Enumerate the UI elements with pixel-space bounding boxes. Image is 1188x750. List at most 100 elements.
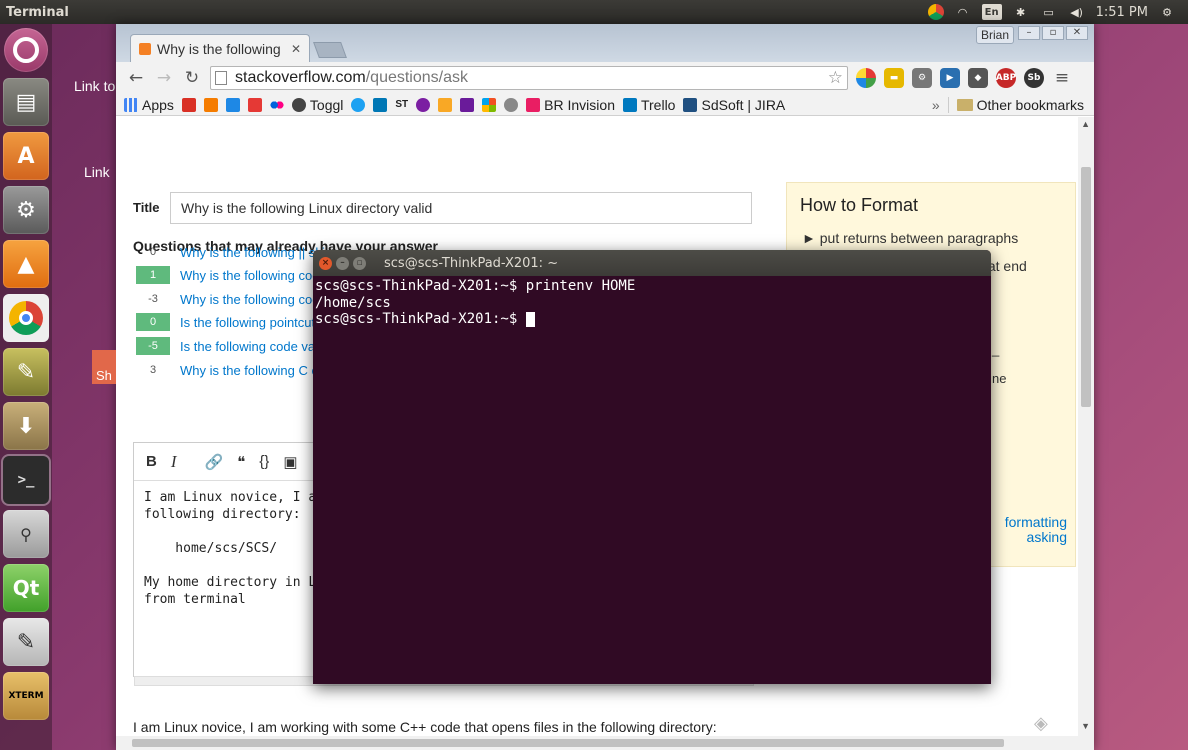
scroll-up-arrow-icon[interactable]: ▲	[1081, 119, 1090, 129]
di-icon[interactable]	[225, 97, 240, 112]
scroll-thumb[interactable]	[1081, 167, 1091, 407]
window-controls: – ▫ ✕	[1018, 26, 1088, 40]
bluetooth-icon[interactable]: ✱	[1012, 5, 1030, 19]
similar-question-row[interactable]: 3 Why is the following C co	[136, 361, 325, 379]
gear-icon[interactable]: ⚙	[1158, 5, 1176, 19]
volume-icon[interactable]: ◀)	[1068, 5, 1086, 19]
flickr-icon[interactable]	[269, 97, 284, 112]
address-bar[interactable]: stackoverflow.com/questions/ask ☆	[210, 66, 848, 90]
vlc-icon[interactable]: ▲	[3, 240, 49, 288]
terminal-prompt-line[interactable]: scs@scs-ThinkPad-X201:~$	[315, 311, 989, 328]
browser-tab[interactable]: Why is the following ✕	[130, 34, 310, 62]
terminal-output[interactable]: scs@scs-ThinkPad-X201:~$ printenv HOME/h…	[313, 276, 991, 330]
minimize-button[interactable]: –	[1018, 26, 1040, 40]
formatting-help-link[interactable]: formatting	[1005, 514, 1067, 530]
battery-icon[interactable]: ▭	[1040, 5, 1058, 19]
bookmark-trello[interactable]: Trello	[622, 97, 675, 113]
maximize-icon[interactable]: ▫	[353, 256, 366, 270]
purple-circle-icon[interactable]	[416, 97, 431, 112]
twitter-icon[interactable]	[351, 97, 366, 112]
bookmark-toggl[interactable]: Toggl	[291, 96, 344, 113]
bookmark-label: Toggl	[309, 96, 344, 113]
question-link[interactable]: Why is the following code	[180, 292, 327, 307]
youtube-icon[interactable]	[247, 97, 262, 112]
dark-extension-icon[interactable]: ◆	[968, 68, 988, 88]
terminal-window[interactable]: × – ▫ scs@scs-ThinkPad-X201: ~ scs@scs-T…	[313, 250, 991, 684]
reload-icon[interactable]: ↻	[182, 68, 202, 88]
other-bookmarks-folder[interactable]: Other bookmarks	[947, 96, 1094, 113]
ubuntu-dash-icon[interactable]	[4, 28, 48, 72]
terminal-titlebar[interactable]: × – ▫ scs@scs-ThinkPad-X201: ~	[313, 250, 991, 276]
similar-question-row[interactable]: -3 Why is the following code	[136, 290, 327, 308]
image-icon[interactable]: ▣	[283, 453, 297, 471]
chrome-icon[interactable]	[3, 294, 49, 342]
close-icon[interactable]: ×	[319, 256, 332, 270]
keyboard-layout-indicator[interactable]: En	[981, 4, 1002, 20]
chrome-indicator-icon[interactable]	[927, 4, 944, 20]
scroll-thumb[interactable]	[132, 739, 1004, 747]
clock[interactable]: 1:51 PM	[1096, 5, 1148, 20]
back-arrow-icon[interactable]: ←	[126, 68, 146, 88]
similar-question-row[interactable]: 0 Is the following pointcut	[136, 313, 315, 331]
question-link[interactable]: Is the following pointcut	[180, 315, 315, 330]
desktop-link-label[interactable]: Link to	[74, 78, 115, 94]
linkedin-icon[interactable]	[373, 97, 388, 112]
files-icon[interactable]: ▤	[3, 78, 49, 126]
color-picker-extension-icon[interactable]	[856, 68, 876, 88]
share-label[interactable]: Sh	[96, 368, 112, 383]
minimize-icon[interactable]: –	[336, 256, 349, 270]
vertical-scrollbar[interactable]: ▲ ▼	[1078, 117, 1094, 737]
text-editor-icon[interactable]: ✎	[3, 618, 49, 666]
question-link[interactable]: Is the following code vali	[180, 339, 321, 354]
wifi-icon[interactable]: ◠	[954, 5, 972, 19]
xterm-icon[interactable]: XTERM	[3, 672, 49, 720]
forward-arrow-icon[interactable]: →	[154, 68, 174, 88]
bookmark-sdsoft-jira[interactable]: SdSoft | JIRA	[683, 97, 785, 113]
close-icon[interactable]: ✕	[291, 42, 301, 56]
question-link[interactable]: Why is the following code	[180, 268, 327, 283]
bookmark-star-icon[interactable]: ☆	[828, 68, 843, 88]
question-link[interactable]: Why is the following || ski	[180, 245, 325, 260]
title-input[interactable]: Why is the following Linux directory val…	[170, 192, 752, 224]
menu-icon[interactable]: ≡	[1052, 68, 1072, 88]
desktop-link-label[interactable]: Link	[84, 164, 110, 180]
adblock-plus-icon[interactable]: ABP	[996, 68, 1016, 88]
pen-tool-icon[interactable]: ✎	[3, 348, 49, 396]
similar-question-row[interactable]: 1 Why is the following code	[136, 266, 327, 284]
bookmark-br-invision[interactable]: BR Invision	[526, 97, 615, 113]
software-center-icon[interactable]: A	[3, 132, 49, 180]
box-icon[interactable]	[438, 97, 453, 112]
settings-circle-icon[interactable]	[504, 97, 519, 112]
question-link[interactable]: Why is the following C co	[180, 363, 325, 378]
italic-button[interactable]: I	[171, 452, 177, 472]
more-bookmarks-chevron-icon[interactable]: »	[932, 97, 940, 113]
cast-extension-icon[interactable]: ▶	[940, 68, 960, 88]
system-settings-icon[interactable]: ⚙	[3, 186, 49, 234]
blockquote-icon[interactable]: ❝	[237, 453, 245, 471]
rss-icon[interactable]	[203, 97, 218, 112]
asking-help-link[interactable]: asking	[1027, 529, 1067, 545]
terminal-icon[interactable]: >_	[3, 456, 49, 504]
code-icon[interactable]: {}	[259, 453, 269, 470]
maximize-button[interactable]: ▫	[1042, 26, 1064, 40]
link-icon[interactable]: 🔗	[205, 453, 224, 471]
bold-button[interactable]: B	[146, 453, 157, 470]
similar-question-row[interactable]: -5 Is the following code vali	[136, 337, 321, 355]
similar-question-row[interactable]: 0 Why is the following || ski	[136, 243, 325, 261]
archive-manager-icon[interactable]: ⬇	[3, 402, 49, 450]
bookmark-st[interactable]: ST	[395, 99, 408, 110]
ruler-extension-icon[interactable]: ▬	[884, 68, 904, 88]
gear-extension-icon[interactable]: ⚙	[912, 68, 932, 88]
horizontal-scrollbar[interactable]	[116, 736, 1094, 750]
new-tab-button[interactable]	[313, 42, 347, 58]
sb-extension-icon[interactable]: Sb	[1024, 68, 1044, 88]
scroll-down-arrow-icon[interactable]: ▼	[1081, 721, 1090, 731]
mixer-icon[interactable]: ⚲	[3, 510, 49, 558]
qt-creator-icon[interactable]: Qt	[3, 564, 49, 612]
visual-studio-icon[interactable]	[460, 97, 475, 112]
bookmark-apps[interactable]: Apps	[124, 97, 174, 113]
profile-button[interactable]: Brian	[975, 26, 1014, 44]
gmail-icon[interactable]	[181, 97, 196, 112]
close-button[interactable]: ✕	[1066, 26, 1088, 40]
windows-icon[interactable]	[482, 97, 497, 112]
